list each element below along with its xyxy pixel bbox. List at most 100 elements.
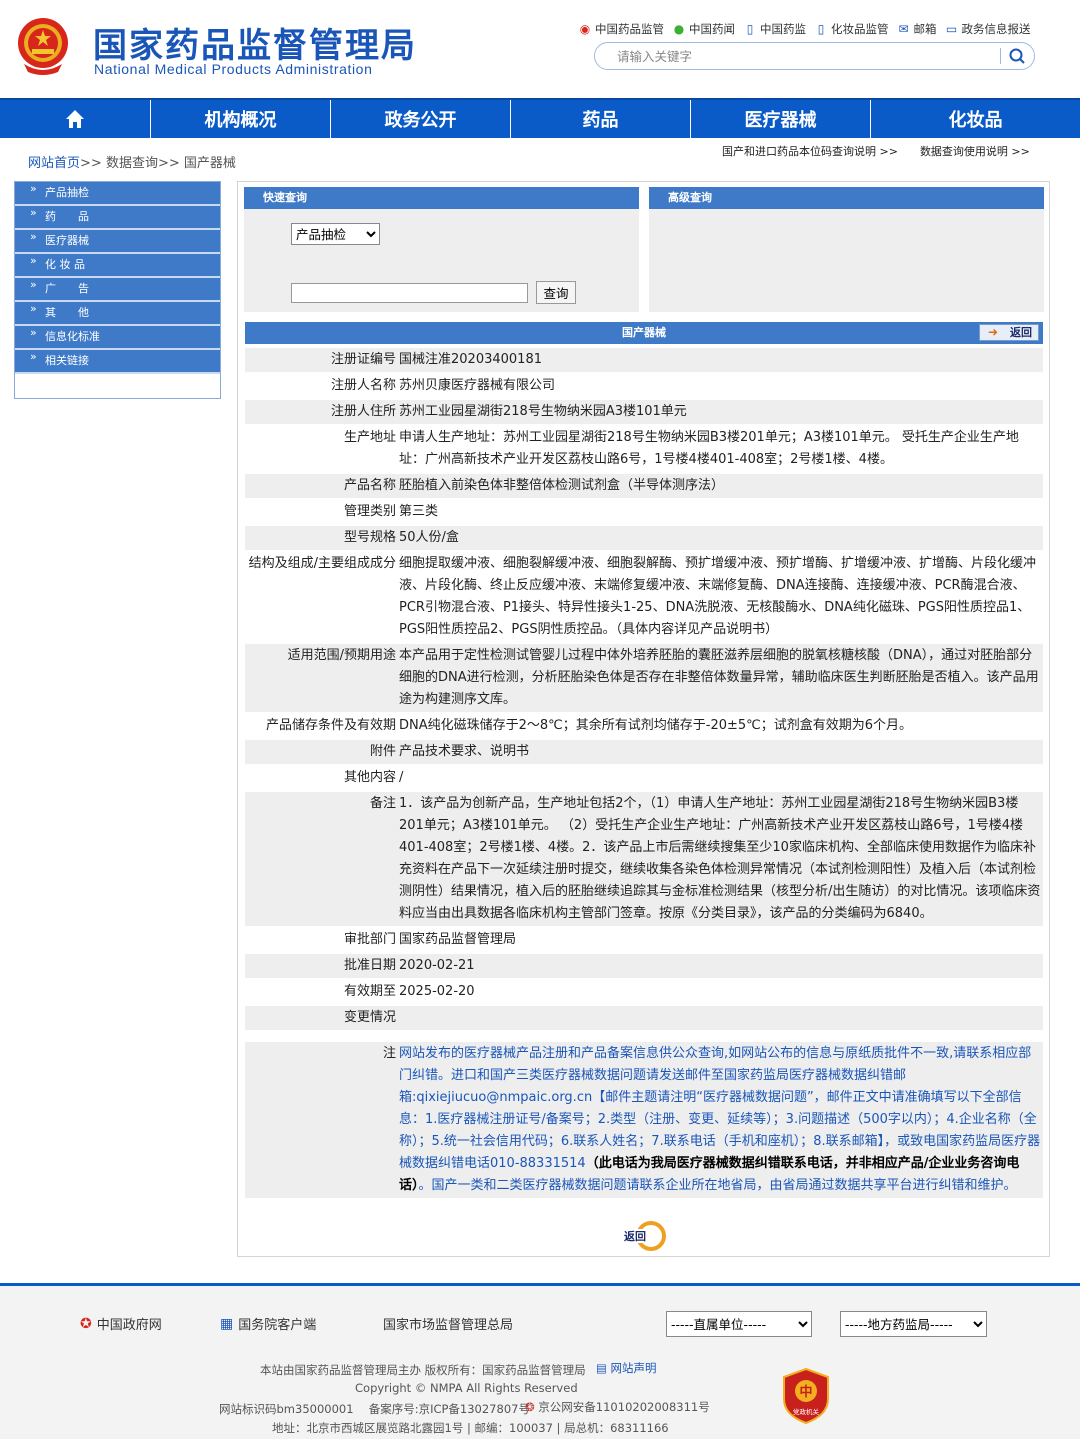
note-row: 注 网站发布的医疗器械产品注册和产品备案信息供公众查询,如网站公布的信息与原纸质… xyxy=(245,1042,1043,1198)
breadcrumb-level2[interactable]: 数据查询 xyxy=(106,156,158,171)
footer-link-samr[interactable]: 国家市场监督管理总局 xyxy=(383,1314,513,1333)
query-button[interactable]: 查询 xyxy=(536,281,576,304)
party-government-badge-icon[interactable]: 中 党政机关 xyxy=(781,1367,831,1425)
double-chevron-icon: » xyxy=(30,254,37,267)
row-value: 50人份/盒 xyxy=(398,526,1043,550)
left-menu-label: 相关链接 xyxy=(45,354,89,367)
row-label: 结构及组成/主要组成成分 xyxy=(245,552,398,642)
table-row: 其他内容 / xyxy=(245,766,1043,790)
nav-item-devices[interactable]: 医疗器械 xyxy=(691,100,871,138)
note-part2: 。国产一类和二类医疗器械数据问题请联系企业所在地省局，由省局通过数据共享平台进行… xyxy=(418,1178,1017,1193)
local-bureaus-select[interactable]: -----地方药监局----- xyxy=(840,1311,987,1337)
table-row: 注册证编号 国械注准20203400181 xyxy=(245,348,1043,372)
footer-police-label: 京公网安备11010202008311号 xyxy=(538,1400,710,1414)
footer-police[interactable]: ❂ 京公网安备11010202008311号 xyxy=(525,1399,710,1415)
top-link-wechat[interactable]: ● 中国药闻 xyxy=(672,21,735,37)
row-label: 其他内容 xyxy=(245,766,398,790)
left-menu-item[interactable]: » 化 妆 品 xyxy=(15,254,220,278)
footer-link-gov[interactable]: ✪ 中国政府网 xyxy=(80,1314,162,1334)
row-value: 2020-02-21 xyxy=(398,954,1043,978)
double-chevron-icon: » xyxy=(30,350,37,363)
row-value: DNA纯化磁珠储存于2～8℃；其余所有试剂均储存于-20±5℃；试剂盒有效期为6… xyxy=(398,714,1043,738)
police-badge-icon: ❂ xyxy=(525,1400,535,1414)
search-input[interactable] xyxy=(617,47,997,65)
top-link-mail[interactable]: ✉ 邮箱 xyxy=(897,21,937,37)
top-link-label: 中国药闻 xyxy=(689,22,735,36)
top-link-cosmetics[interactable]: ▯ 化妆品监管 xyxy=(814,21,889,37)
table-row: 结构及组成/主要组成成分 细胞提取缓冲液、细胞裂解缓冲液、细胞裂解酶、预扩增缓冲液… xyxy=(245,552,1043,642)
left-menu-label: 化 妆 品 xyxy=(45,258,85,271)
double-chevron-icon: » xyxy=(30,206,37,219)
table-row: 变更情况 xyxy=(245,1006,1043,1030)
left-menu-item[interactable]: » 药 品 xyxy=(15,206,220,230)
breadcrumb-sep: >> xyxy=(80,156,102,171)
row-value: 苏州工业园星湖街218号生物纳米园A3楼101单元 xyxy=(398,400,1043,424)
category-select[interactable]: 产品抽检 xyxy=(291,223,380,245)
back-button[interactable]: ➜ 返回 xyxy=(979,324,1039,341)
left-menu-item[interactable]: » 产品抽检 xyxy=(15,182,220,206)
top-link-report[interactable]: ▭ 政务信息报送 xyxy=(945,21,1031,37)
search-icon[interactable] xyxy=(1007,46,1027,66)
row-value xyxy=(398,1006,1043,1030)
top-link-app[interactable]: ▯ 中国药监 xyxy=(743,21,806,37)
left-menu-label: 信息化标准 xyxy=(45,330,100,343)
site-footer: ✪ 中国政府网 ▦ 国务院客户端 国家市场监督管理总局 -----直属单位---… xyxy=(0,1286,1080,1439)
nav-item-gov[interactable]: 政务公开 xyxy=(331,100,511,138)
top-link-label: 中国药品监管 xyxy=(595,22,664,36)
row-label: 生产地址 xyxy=(245,426,398,472)
double-chevron-icon: » xyxy=(30,182,37,195)
top-links: ◉ 中国药品监管 ● 中国药闻 ▯ 中国药监 ▯ 化妆品监管 ✉ 邮箱 ▭ 政务… xyxy=(578,21,1031,37)
main-nav: 机构概况 政务公开 药品 医疗器械 化妆品 xyxy=(0,98,1080,138)
help-links: 国产和进口药品本位码查询说明 >> 数据查询使用说明 >> xyxy=(722,143,1030,159)
phone-icon: ▯ xyxy=(746,22,754,36)
national-emblem-icon xyxy=(18,18,68,75)
main-panel: 快速查询 产品抽检 查询 高级查询 国产器械 ➜ 返回 注册证编号 国械注准202… xyxy=(237,181,1050,1257)
weibo-icon: ◉ xyxy=(579,22,591,36)
left-menu: » 产品抽检 » 药 品 » 医疗器械 » 化 妆 品 » 广 告 » 其 他 » 信息化标准… xyxy=(14,181,221,399)
affiliated-units-select[interactable]: -----直属单位----- xyxy=(666,1311,812,1337)
keyword-input[interactable] xyxy=(291,283,528,303)
footer-statement-link[interactable]: ▤ 网站声明 xyxy=(596,1360,657,1376)
site-header: 国家药品监督管理局 National Medical Products Admi… xyxy=(0,0,1080,98)
site-title-cn[interactable]: 国家药品监督管理局 xyxy=(93,18,417,67)
table-row: 批准日期 2020-02-21 xyxy=(245,954,1043,978)
nav-item-org[interactable]: 机构概况 xyxy=(151,100,331,138)
table-row: 型号规格 50人份/盒 xyxy=(245,526,1043,550)
top-link-label: 化妆品监管 xyxy=(831,22,889,36)
nav-home[interactable] xyxy=(0,100,151,138)
left-menu-item[interactable]: » 医疗器械 xyxy=(15,230,220,254)
row-label: 产品储存条件及有效期 xyxy=(245,714,398,738)
quick-search-panel: 快速查询 产品抽检 查询 xyxy=(244,187,639,312)
footer-icp: 网站标识码bm35000001 备案序号:京ICP备13027807号 xyxy=(219,1402,530,1416)
detail-table: 注册证编号 国械注准20203400181 注册人名称 苏州贝康医疗器械有限公司 注… xyxy=(245,346,1043,1200)
row-value: 苏州贝康医疗器械有限公司 xyxy=(398,374,1043,398)
row-value: 本产品用于定性检测试管婴儿过程中体外培养胚胎的囊胚滋养层细胞的脱氧核糖核酸（DN… xyxy=(398,644,1043,712)
left-menu-item[interactable]: » 广 告 xyxy=(15,278,220,302)
row-label: 注册证编号 xyxy=(245,348,398,372)
advanced-search-title[interactable]: 高级查询 xyxy=(649,187,1044,209)
footer-link-state-council[interactable]: ▦ 国务院客户端 xyxy=(220,1314,316,1334)
row-label: 变更情况 xyxy=(245,1006,398,1030)
help-link-usage[interactable]: 数据查询使用说明 >> xyxy=(920,143,1030,159)
help-link-code[interactable]: 国产和进口药品本位码查询说明 >> xyxy=(722,143,898,159)
footer-link-label: 国家市场监督管理总局 xyxy=(383,1318,514,1333)
top-link-weibo[interactable]: ◉ 中国药品监管 xyxy=(578,21,664,37)
top-link-label: 政务信息报送 xyxy=(961,22,1031,36)
note-row xyxy=(245,1032,1043,1040)
breadcrumb-home[interactable]: 网站首页 xyxy=(28,156,80,171)
left-menu-item[interactable]: » 其 他 xyxy=(15,302,220,326)
left-menu-item[interactable]: » 信息化标准 xyxy=(15,326,220,350)
double-chevron-icon: » xyxy=(30,278,37,291)
left-menu-label: 医疗器械 xyxy=(45,234,89,247)
row-value: 国家药品监督管理局 xyxy=(398,928,1043,952)
nav-item-cosmetics[interactable]: 化妆品 xyxy=(871,100,1080,138)
breadcrumb: 网站首页>> 数据查询>> 国产器械 xyxy=(28,152,236,171)
bottom-back-button[interactable]: 返回 xyxy=(623,1220,669,1252)
top-link-label: 邮箱 xyxy=(913,22,937,36)
nav-item-drugs[interactable]: 药品 xyxy=(511,100,691,138)
left-menu-item[interactable]: » 相关链接 xyxy=(15,350,220,374)
wechat-icon: ● xyxy=(673,22,685,36)
left-menu-label: 其 他 xyxy=(45,306,89,319)
breadcrumb-sep: >> xyxy=(157,156,180,171)
note-label: 注 xyxy=(245,1042,398,1198)
